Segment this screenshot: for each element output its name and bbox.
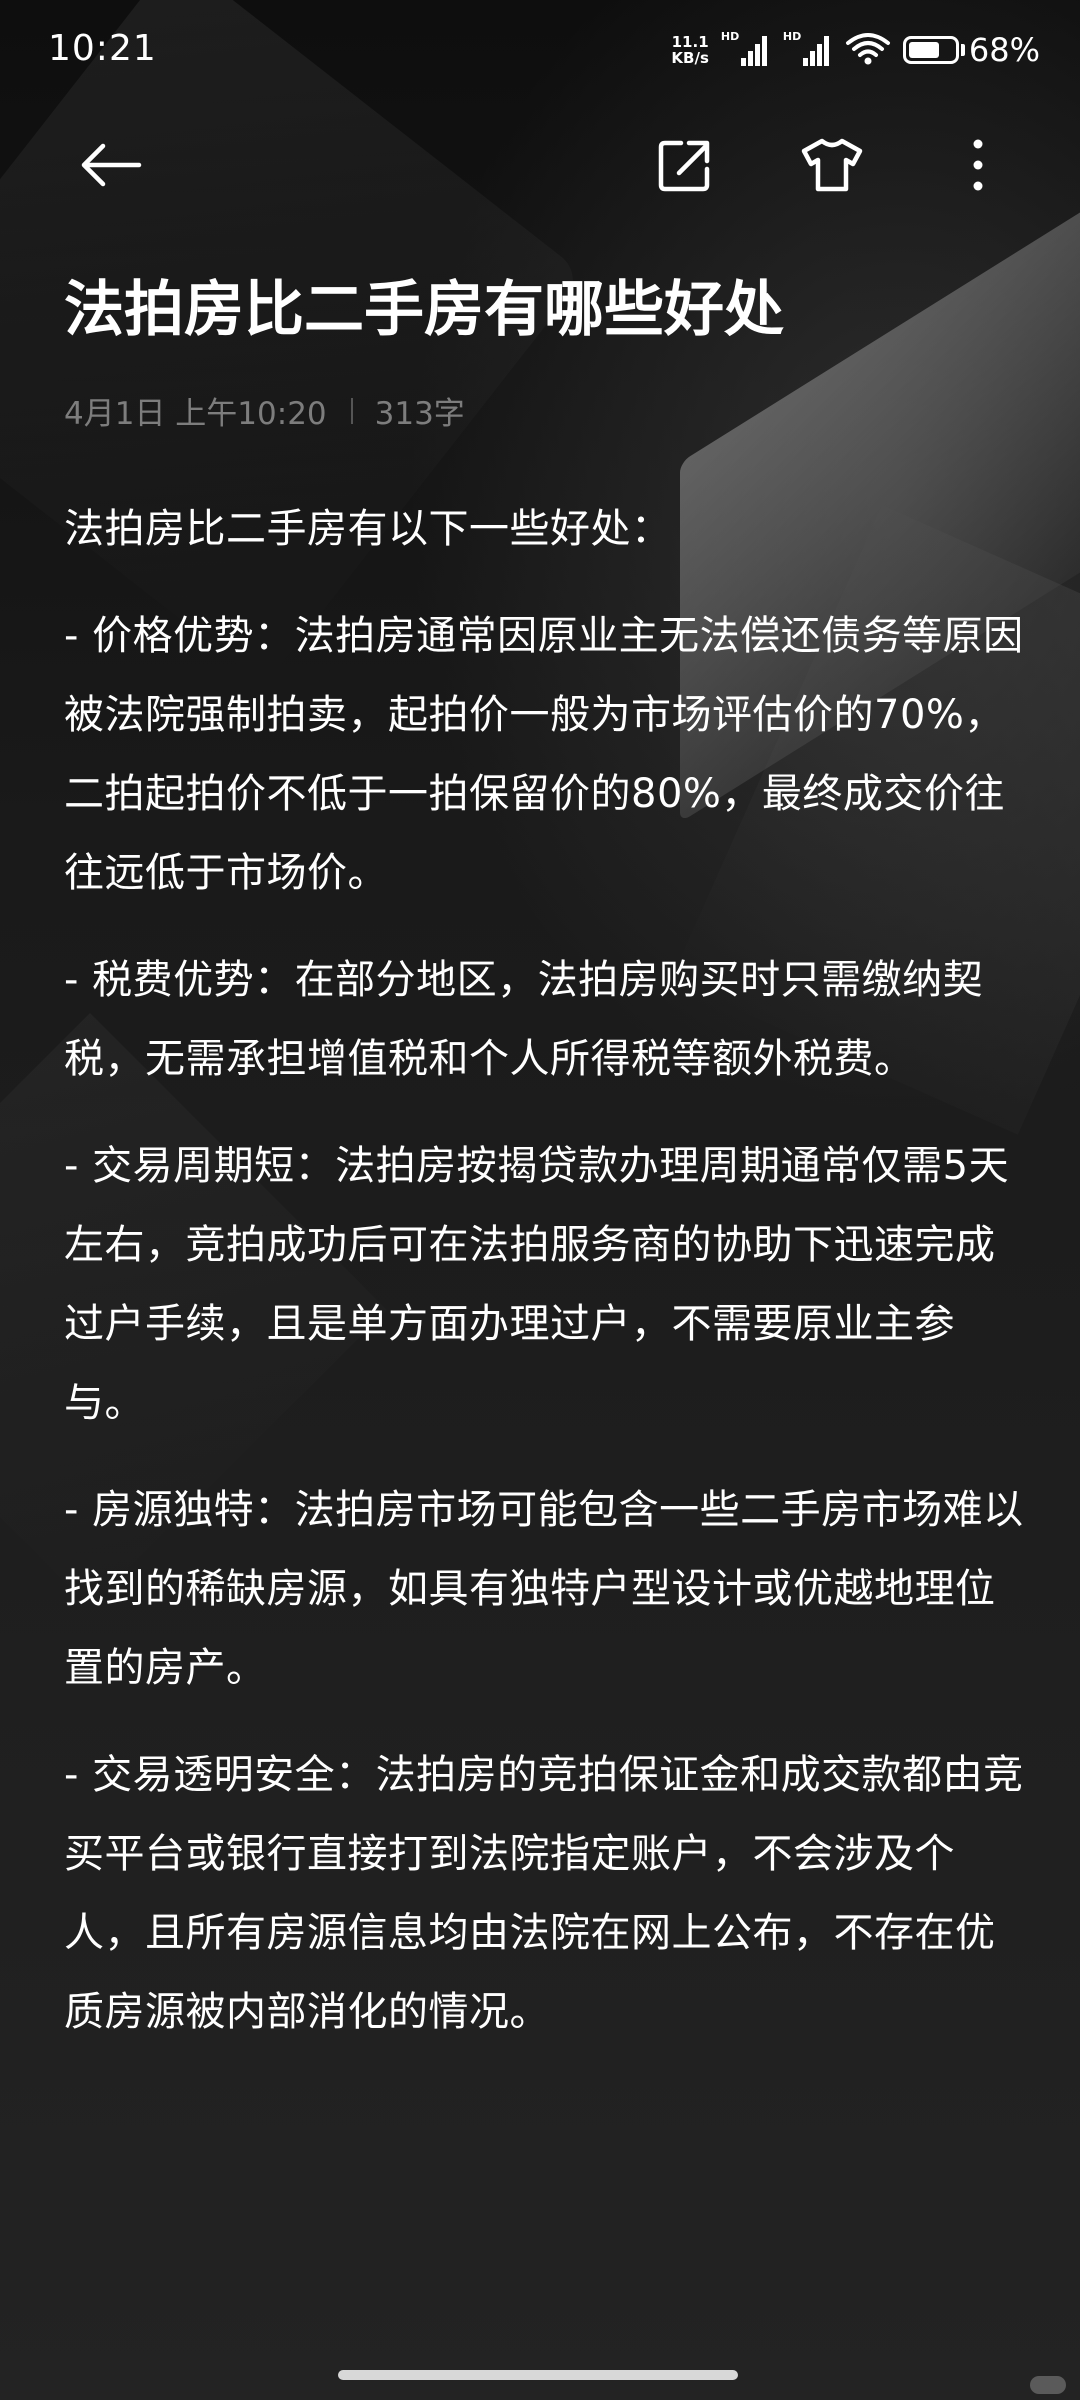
note-word-count: 313字	[374, 396, 465, 432]
network-speed: 11.1 KB/s	[671, 34, 708, 66]
status-bar: 10:21 11.1 KB/s HD HD 68%	[0, 0, 1080, 100]
signal-hd-label: HD	[720, 30, 740, 43]
battery-tip	[960, 44, 965, 56]
battery-percent: 68%	[968, 31, 1040, 69]
note-date: 4月1日 上午10:20	[64, 396, 327, 432]
watermark-logo	[1030, 2376, 1066, 2394]
meta-divider	[350, 397, 353, 424]
network-speed-unit: KB/s	[671, 49, 709, 67]
note-paragraph: - 交易周期短：法拍房按揭贷款办理周期通常仅需5天左右，竞拍成功后可在法拍服务商…	[64, 1143, 1010, 1426]
signal-hd-icon: HD	[720, 30, 771, 68]
note-paragraph: - 房源独特：法拍房市场可能包含一些二手房市场难以找到的稀缺房源，如具有独特户型…	[64, 1487, 1024, 1691]
battery-icon: 68%	[902, 31, 1040, 69]
more-vertical-icon	[973, 139, 983, 191]
note-body[interactable]: 法拍房比二手房有以下一些好处： - 价格优势：法拍房通常因原业主无法偿还债务等原…	[64, 490, 1024, 2080]
note-paragraph: - 交易透明安全：法拍房的竞拍保证金和成交款都由竞买平台或银行直接打到法院指定账…	[64, 1752, 1024, 2035]
theme-button[interactable]	[797, 130, 867, 200]
share-icon	[658, 140, 710, 192]
battery-fill	[908, 42, 939, 58]
tshirt-icon	[801, 138, 863, 192]
network-speed-value: 11.1	[671, 33, 709, 51]
note-paragraph: - 价格优势：法拍房通常因原业主无法偿还债务等原因被法院强制拍卖，起拍价一般为市…	[64, 613, 1024, 896]
status-indicators: 11.1 KB/s HD HD 68%	[671, 30, 1040, 70]
battery-body	[902, 36, 959, 64]
more-button[interactable]	[943, 130, 1013, 200]
back-button[interactable]	[76, 130, 146, 200]
signal-hd-label: HD	[782, 30, 802, 43]
home-indicator[interactable]	[338, 2370, 738, 2380]
share-button[interactable]	[650, 130, 720, 200]
wifi-icon	[845, 30, 891, 70]
status-time: 10:21	[48, 28, 157, 69]
note-intro: 法拍房比二手房有以下一些好处：	[64, 506, 672, 552]
note-title: 法拍房比二手房有哪些好处	[64, 275, 784, 345]
arrow-left-icon	[81, 143, 142, 187]
note-paragraph: - 税费优势：在部分地区，法拍房购买时只需缴纳契税，无需承担增值税和个人所得税等…	[64, 957, 984, 1082]
signal-hd-icon: HD	[782, 30, 833, 68]
note-meta: 4月1日 上午10:20 313字	[64, 388, 465, 433]
